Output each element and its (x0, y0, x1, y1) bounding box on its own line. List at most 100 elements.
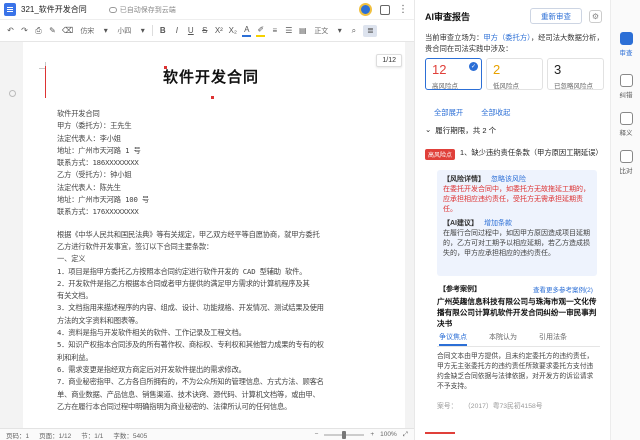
document-line: 5．知识产权指本合同涉及的所有著作权、商标权、专利权和其他智力成果的专有的权 (57, 340, 324, 350)
zoom-out-icon[interactable]: − (315, 431, 319, 438)
status-section: 节：1/1 (81, 432, 104, 440)
risk-summary: 12 高风险点 ✓ 2 低风险点 3 已忽略风险点 (425, 58, 604, 90)
rail-label: 审查 (619, 50, 633, 57)
more-cases-link[interactable]: 查看更多参考案例(2) (533, 284, 593, 294)
stance-value[interactable]: 甲方（委托方） (483, 33, 530, 42)
status-words: 字数：5405 (113, 432, 148, 440)
style-icon[interactable]: ▤ (298, 25, 307, 37)
document-line: 2．开发软件是指乙方根据本合同或者甲方提供的满足甲方需求的计算机程序及其 (57, 278, 310, 288)
paragraph-style-select[interactable]: 正文 (312, 26, 330, 36)
format-painter-icon[interactable]: ✎ (48, 25, 57, 37)
settings-icon[interactable]: ⚙ (589, 10, 602, 23)
font-family-select[interactable]: 仿宋 (78, 26, 96, 36)
high-risk-card[interactable]: 12 高风险点 ✓ (425, 58, 482, 90)
document-title[interactable]: 321_软件开发合同 (21, 4, 87, 15)
ai-suggestion-text: 在履行合同过程中，如因甲方原因造成项目延期的，乙方可对工期予以相应延期，若乙方造… (443, 230, 590, 257)
status-page: 页码：1 (6, 432, 30, 440)
highlight-icon[interactable]: ✐ (256, 25, 266, 37)
case-number-value: （2017）粤73民初4158号 (467, 403, 543, 410)
case-tabs: 争议焦点 本院认为 引用法条 (439, 332, 567, 346)
subscript-icon[interactable]: X₂ (228, 25, 237, 37)
stance-prefix: 当前审查立场为： (425, 33, 484, 42)
expand-all-link[interactable]: 全部展开 (434, 108, 463, 118)
rail-item-review[interactable]: 审查 (613, 32, 639, 57)
risk-section-header[interactable]: ⌄ 履行期限，共 2 个 (425, 125, 496, 136)
undo-icon[interactable]: ↶ (6, 25, 15, 37)
sidebar-toggle-icon[interactable]: ≣ (363, 24, 378, 37)
case-body: 合同文本由甲方提供，且未约定委托方的违约责任，甲方无主张委托方的违约责任所致要求… (437, 353, 594, 390)
document-line: 方法的文字资料和图表等。 (57, 315, 143, 325)
detail-label: 【风险详情】 (443, 176, 485, 183)
panel-title: AI审查报告 (425, 12, 471, 22)
print-icon[interactable]: ⎙ (34, 25, 43, 37)
low-risk-card[interactable]: 2 低风险点 (486, 58, 543, 90)
tab-cited-laws[interactable]: 引用法条 (539, 332, 567, 346)
low-risk-label: 低风险点 (493, 83, 519, 90)
superscript-icon[interactable]: X² (214, 25, 223, 37)
document-page[interactable]: 软件开发合同 软件开发合同 甲方（委托方）：王先生 法定代表人：李小姐 地址：广州市天… (23, 42, 405, 428)
italic-icon[interactable]: I (172, 25, 181, 37)
document-line: 乙方进行软件开发事宜，签订以下合同主要条款： (57, 241, 214, 251)
list-icon[interactable]: ☰ (284, 25, 293, 37)
redo-icon[interactable]: ↷ (20, 25, 29, 37)
ignored-risk-label: 已忽略风险点 (554, 83, 593, 90)
recheck-button[interactable]: 重新审查 (530, 8, 582, 24)
document-icon (4, 3, 16, 16)
underline-icon[interactable]: U (186, 25, 195, 37)
case-number: 案号： （2017）粤73民初4158号 (437, 400, 543, 410)
rail-item-proofread[interactable]: 纠错 (613, 74, 639, 99)
case-title[interactable]: 广州英趣信息科技有限公司与珠海市观一文化传播有限公司计算机软件开发合同纠纷一审民… (437, 296, 602, 329)
high-risk-label: 高风险点 (432, 83, 458, 90)
tab-court-opinion[interactable]: 本院认为 (489, 332, 517, 346)
document-heading: 软件开发合同 (163, 68, 260, 86)
chevron-down-icon[interactable]: ▾ (335, 25, 344, 37)
add-clause-link[interactable]: 增加条款 (484, 220, 512, 227)
clear-format-icon[interactable]: ⌫ (62, 25, 73, 37)
case-label: 【参考案例】 (439, 286, 481, 293)
more-icon[interactable]: ⋮ (398, 4, 408, 15)
status-pages: 页面：1/12 (39, 432, 72, 440)
outline-toggle-icon[interactable] (9, 90, 16, 97)
ignored-risk-card[interactable]: 3 已忽略风险点 (547, 58, 604, 90)
chevron-down-icon[interactable]: ▾ (138, 25, 147, 37)
rail-item-compare[interactable]: 比对 (613, 150, 639, 175)
fit-width-icon[interactable]: ⤢ (403, 431, 408, 439)
collapse-all-link[interactable]: 全部收起 (481, 108, 510, 118)
document-body[interactable]: 软件开发合同 甲方（委托方）：王先生 法定代表人：李小姐 地址：广州市天河路 1 号联… (57, 108, 397, 413)
share-icon[interactable] (380, 4, 390, 15)
avatar[interactable] (359, 3, 372, 16)
rail-label: 比对 (619, 168, 633, 175)
document-line: 法定代表人：陈先生 (57, 182, 121, 192)
zoom-slider[interactable] (324, 430, 365, 439)
zoom-level[interactable]: 100% (380, 431, 397, 438)
search-icon[interactable]: ⌕ (349, 25, 358, 37)
expand-controls: 全部展开 全部收起 (434, 108, 510, 118)
document-line: 乙方在履行本合同过程中明确指明为商业秘密的、法律所认可的任何信息。 (57, 401, 292, 411)
risk-item[interactable]: 高风险点 1、缺少违约责任条款（甲方原因工期延误） (425, 148, 605, 160)
titlebar-actions: ⋮ (359, 3, 408, 16)
document-canvas[interactable]: 软件开发合同 软件开发合同 甲方（委托方）：王先生 法定代表人：李小姐 地址：广州市天… (0, 42, 414, 428)
document-line: 有关文档。 (57, 291, 93, 301)
format-toolbar: ↶ ↷ ⎙ ✎ ⌫ 仿宋 ▾ 小四 ▾ B I U S X² X₂ A ✐ ≡ … (0, 20, 414, 42)
ignored-risk-count: 3 (554, 62, 562, 77)
bold-icon[interactable]: B (158, 25, 167, 37)
chevron-down-icon[interactable]: ▾ (101, 25, 110, 37)
definition-icon (619, 112, 633, 125)
align-left-icon[interactable]: ≡ (270, 25, 279, 37)
detail-text: 在委托开发合同中，如委托方无故拖延工期的，应承担相应违约责任，受托方无需承担延期… (443, 186, 590, 213)
strikethrough-icon[interactable]: S (200, 25, 209, 37)
font-color-icon[interactable]: A (242, 25, 252, 37)
zoom-handle[interactable] (342, 430, 347, 439)
document-line: 软件开发合同 (57, 109, 100, 118)
section-label: 履行期限，共 2 个 (435, 126, 497, 135)
ignore-risk-link[interactable]: 忽略该风险 (491, 176, 526, 183)
rail-item-definition[interactable]: 释义 (613, 112, 639, 137)
ai-review-panel: AI审查报告 重新审查 ⚙ 当前审查立场为：甲方（委托方），经司法大数据分析，贵… (414, 0, 610, 440)
document-line: 1．项目是指甲方委托乙方按照本合同约定进行软件开发的 CAD 型辅助 软件。 (57, 266, 307, 276)
case-number-label: 案号： (437, 403, 458, 410)
font-size-select[interactable]: 小四 (115, 26, 133, 36)
tab-dispute-focus[interactable]: 争议焦点 (439, 332, 467, 346)
save-status-text: 已自动保存到云端 (119, 6, 176, 14)
zoom-in-icon[interactable]: + (370, 431, 374, 438)
document-line: 根据《中华人民共和国民法典》等有关规定，甲乙双方经平等自愿协商，就甲方委托 (57, 229, 320, 239)
